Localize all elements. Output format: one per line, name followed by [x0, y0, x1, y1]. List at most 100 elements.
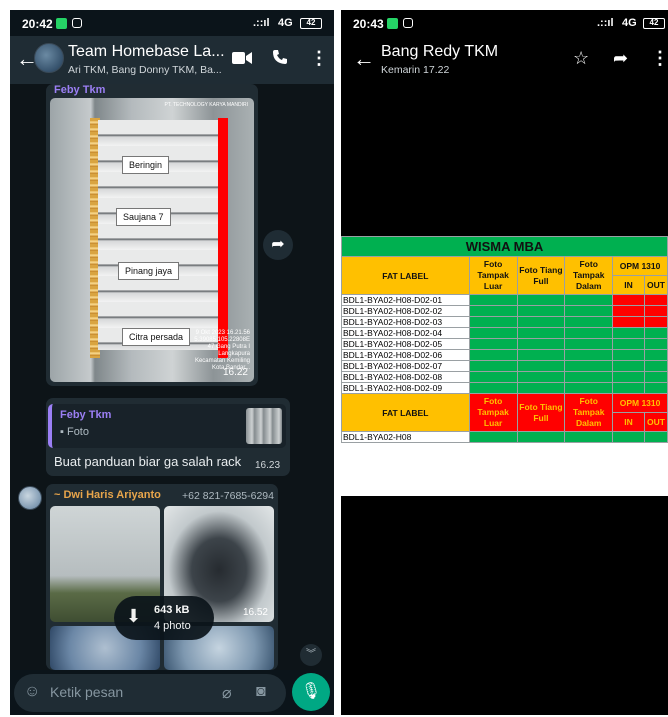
group-avatar[interactable] — [34, 43, 64, 73]
attach-icon[interactable]: ⌀ — [222, 683, 232, 703]
rack-photo[interactable]: PT. TECHNOLOGY KARYA MANDIRI Beringin Sa… — [50, 98, 254, 382]
status-cell-green — [468, 327, 518, 339]
status-cell-green — [643, 382, 668, 394]
mic-icon[interactable]: 🎙 — [292, 673, 330, 711]
geotag-coords: 5.39085 105.22808E — [194, 337, 250, 343]
status-cell-green — [516, 371, 566, 383]
battery-icon: 42 — [643, 18, 665, 29]
status-cell-red — [643, 305, 668, 317]
second-header-tampak-dalam: Foto Tampak Dalam — [564, 393, 614, 432]
instagram-icon — [72, 18, 82, 28]
table-title: WISMA MBA — [341, 236, 668, 257]
status-cell-green — [468, 338, 518, 350]
photo-geotag: 9 Okt 2023 16.21.56 5.39085 105.22808E 4… — [194, 330, 250, 372]
rack-label-3: Pinang jaya — [118, 262, 180, 280]
status-bar: 20:43 .::ıl 4G 42 — [341, 10, 668, 36]
status-cell-green — [612, 327, 645, 339]
download-icon: ⬇ — [126, 606, 142, 626]
fat-label-cell: BDL1-BYA02-H08-D02-09 — [341, 382, 470, 394]
group-title[interactable]: Team Homebase La... — [68, 43, 225, 61]
message-sender[interactable]: Feby Tkm — [54, 84, 105, 96]
column-header-in: IN — [612, 275, 645, 295]
sender-name[interactable]: Bang Redy TKM — [381, 43, 498, 61]
fat-label-cell: BDL1-BYA02-H08-D02-06 — [341, 349, 470, 361]
geotag-area: Langkapura — [218, 351, 250, 357]
status-cell-green — [564, 327, 614, 339]
emoji-icon[interactable]: ☺ — [24, 683, 40, 701]
quoted-type: ▪ Foto — [60, 426, 89, 438]
sent-time: Kemarin 17.22 — [381, 64, 450, 76]
rack-label-4: Citra persada — [122, 328, 191, 346]
quoted-type-label: Foto — [66, 426, 89, 438]
photo-message-bubble[interactable]: Feby Tkm PT. TECHNOLOGY KARYA MANDIRI Be… — [46, 84, 258, 386]
download-size: 643 kB — [154, 604, 190, 616]
status-cell-green — [468, 360, 518, 372]
network-type: 4G — [278, 17, 293, 29]
table-row: BDL1-BYA02-H08-D02-02 — [341, 305, 668, 317]
column-header-opm: OPM 1310 — [612, 256, 668, 276]
second-header-fat-label: FAT LABEL — [341, 393, 470, 432]
status-cell-green — [643, 349, 668, 361]
status-cell-green — [516, 294, 566, 306]
status-cell-green — [612, 371, 645, 383]
notification-icon — [56, 18, 67, 29]
back-arrow-icon[interactable]: ← — [353, 48, 375, 70]
status-cell-green — [468, 371, 518, 383]
forward-icon[interactable]: ➦ — [613, 48, 628, 69]
sender-avatar[interactable] — [18, 486, 42, 510]
fat-label-cell: BDL1-BYA02-H08-D02-03 — [341, 316, 470, 328]
status-cell-green — [516, 360, 566, 372]
menu-kebab-icon[interactable]: ⋮ — [651, 48, 668, 69]
table-row: BDL1-BYA02-H08-D02-06 — [341, 349, 668, 361]
status-cell-green — [468, 316, 518, 328]
chat-area[interactable]: Feby Tkm PT. TECHNOLOGY KARYA MANDIRI Be… — [10, 84, 334, 670]
signal-icon: .::ıl — [597, 17, 614, 29]
star-icon[interactable]: ☆ — [573, 48, 589, 69]
status-time: 20:42 — [22, 17, 53, 31]
message-input[interactable]: Ketik pesan — [50, 684, 123, 700]
message-input-box[interactable]: ☺ Ketik pesan ⌀ ◙ — [14, 674, 286, 712]
phone-call-icon[interactable] — [272, 49, 288, 70]
notification-icon — [387, 18, 398, 29]
network-type: 4G — [622, 17, 637, 29]
table-row: BDL1-BYA02-H08-D02-07 — [341, 360, 668, 372]
status-cell-green — [516, 305, 566, 317]
status-cell-green — [612, 360, 645, 372]
spreadsheet-image[interactable]: WISMA MBA FAT LABEL Foto Tampak Luar Fot… — [341, 236, 668, 496]
group-members[interactable]: Ari TKM, Bang Donny TKM, Ba... — [68, 64, 222, 76]
forward-share-icon[interactable]: ➦ — [263, 230, 293, 260]
second-header-tampak-luar: Foto Tampak Luar — [468, 393, 518, 432]
instagram-icon — [403, 18, 413, 28]
message-sender[interactable]: ~ Dwi Haris Ariyanto — [54, 489, 161, 501]
message-input-bar: ☺ Ketik pesan ⌀ ◙ 🎙 — [10, 670, 334, 715]
menu-kebab-icon[interactable]: ⋮ — [310, 48, 328, 69]
geotag-date: 9 Okt 2023 16.21.56 — [195, 330, 250, 336]
status-cell-green — [564, 294, 614, 306]
status-cell-red — [612, 305, 645, 317]
status-cell-green — [516, 338, 566, 350]
table-row: BDL1-BYA02-H08-D02-03 — [341, 316, 668, 328]
column-header-fat-label: FAT LABEL — [341, 256, 470, 295]
table-row: BDL1-BYA02-H08-D02-04 — [341, 327, 668, 339]
status-cell-green — [643, 360, 668, 372]
quoted-sender: Feby Tkm — [60, 409, 112, 421]
quoted-message[interactable]: Feby Tkm ▪ Foto — [48, 404, 286, 448]
signal-icon: .::ıl — [253, 17, 270, 29]
status-cell-green — [564, 305, 614, 317]
status-cell-green — [643, 431, 668, 443]
camera-icon[interactable]: ◙ — [256, 683, 266, 701]
album-message-bubble[interactable]: ~ Dwi Haris Ariyanto +62 821-7685-6294 1… — [46, 484, 278, 670]
status-cell-green — [643, 327, 668, 339]
video-call-icon[interactable] — [232, 50, 252, 71]
message-text[interactable]: Buat panduan biar ga salah rack — [54, 454, 241, 469]
fat-label-cell: BDL1-BYA02-H08-D02-02 — [341, 305, 470, 317]
geotag-district: Kecamatan Kemiling — [194, 358, 250, 364]
scroll-down-icon[interactable]: ︾ — [300, 644, 322, 666]
status-cell-green — [612, 431, 645, 443]
fat-label-cell: BDL1-BYA02-H08-D02-05 — [341, 338, 470, 350]
status-cell-green — [612, 349, 645, 361]
album-download-button[interactable]: ⬇ 643 kB 4 photo — [114, 596, 214, 640]
status-cell-green — [643, 371, 668, 383]
status-cell-green — [468, 305, 518, 317]
chat-header: ← Team Homebase La... Ari TKM, Bang Donn… — [10, 36, 334, 84]
